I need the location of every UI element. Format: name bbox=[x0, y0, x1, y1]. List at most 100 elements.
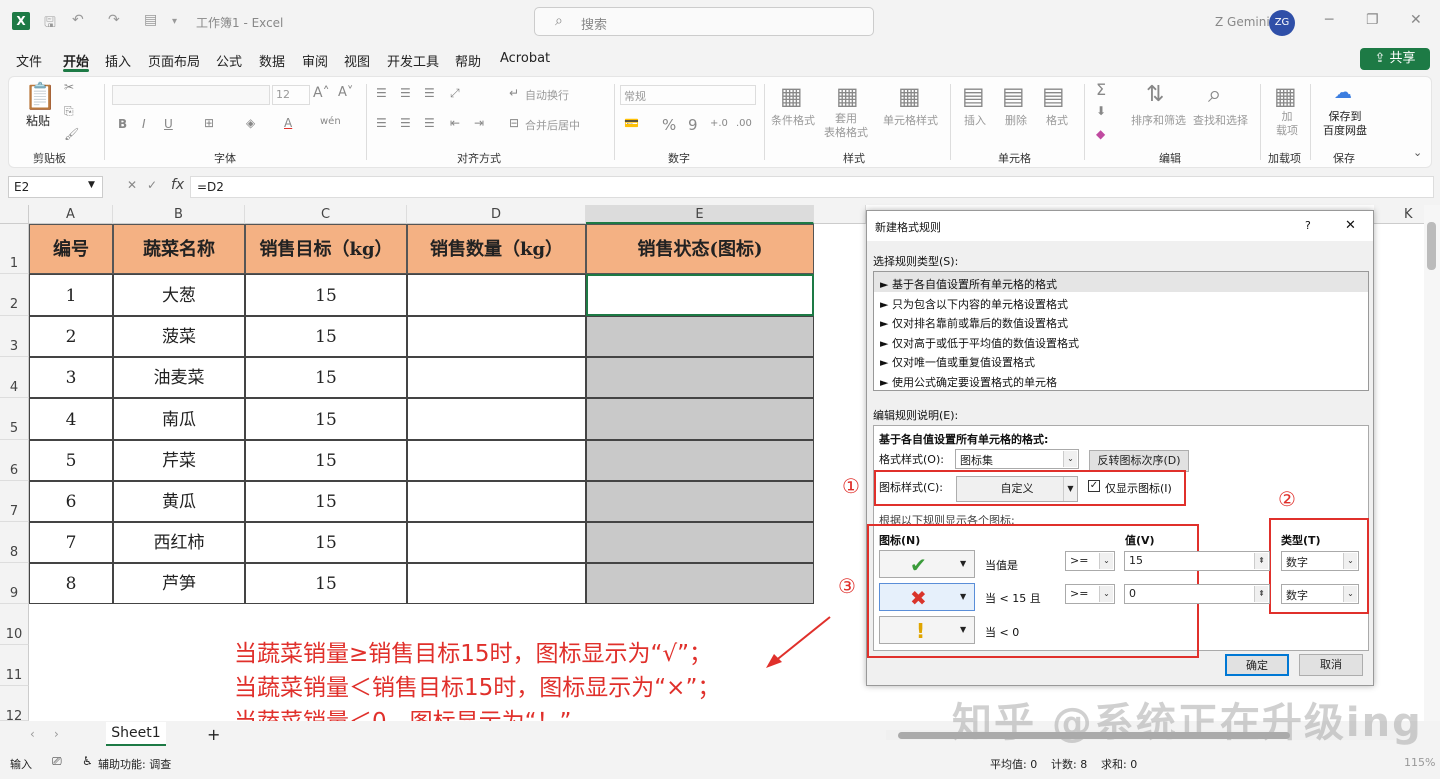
show-icon-only-checkbox[interactable]: ✓ bbox=[1088, 480, 1100, 492]
currency-icon[interactable]: 💳 bbox=[624, 116, 639, 130]
tab-insert[interactable]: 插入 bbox=[105, 51, 131, 70]
row-header-6[interactable]: 6 bbox=[0, 440, 29, 481]
type-select-2[interactable]: 数字 ⌄ bbox=[1281, 584, 1359, 604]
icon-select-2[interactable]: ✖ ▼ bbox=[879, 583, 975, 611]
cell-veg-name[interactable]: 大葱 bbox=[113, 274, 245, 316]
form-icon[interactable]: ▤ bbox=[144, 12, 157, 28]
align-bottom-icon[interactable]: ☰ bbox=[424, 86, 435, 100]
cell-sales-qty[interactable] bbox=[407, 316, 586, 357]
insert-cells-button[interactable]: 插入 bbox=[964, 112, 986, 128]
format-style-select[interactable]: 图标集 ⌄ bbox=[955, 449, 1079, 469]
font-size-select[interactable]: 12 bbox=[272, 85, 310, 105]
row-header-12[interactable]: 12 bbox=[0, 686, 29, 721]
cell-sales-status[interactable] bbox=[586, 440, 814, 481]
align-left-icon[interactable]: ☰ bbox=[376, 116, 387, 130]
format-painter-icon[interactable]: 🖌 bbox=[64, 127, 79, 141]
rule-type-item[interactable]: ► 仅对排名靠前或靠后的数值设置格式 bbox=[880, 315, 1068, 331]
align-center-icon[interactable]: ☰ bbox=[400, 116, 411, 130]
accessibility-status[interactable]: 辅助功能: 调查 bbox=[98, 756, 171, 772]
fill-icon[interactable]: ⬇ bbox=[1096, 104, 1106, 118]
cell-veg-name[interactable]: 芹菜 bbox=[113, 440, 245, 481]
row-header-1[interactable]: 1 bbox=[0, 224, 29, 274]
row-header-11[interactable]: 11 bbox=[0, 645, 29, 686]
cell-sales-status[interactable] bbox=[586, 274, 814, 316]
range-picker-icon[interactable]: ⇞ bbox=[1254, 586, 1268, 602]
align-middle-icon[interactable]: ☰ bbox=[400, 86, 411, 100]
tab-review[interactable]: 审阅 bbox=[302, 51, 328, 70]
column-header-f[interactable] bbox=[814, 205, 866, 224]
format-cells-icon[interactable]: ▤ bbox=[1042, 82, 1065, 110]
cell-sales-status[interactable] bbox=[586, 522, 814, 563]
cell-sales-qty[interactable] bbox=[407, 357, 586, 398]
bold-icon[interactable]: B bbox=[118, 117, 127, 131]
help-icon[interactable]: ? bbox=[1305, 219, 1311, 232]
cell-sales-qty[interactable] bbox=[407, 522, 586, 563]
conditional-format-button[interactable]: 条件格式 bbox=[771, 112, 815, 128]
undo-icon[interactable]: ↶ bbox=[72, 12, 84, 28]
collapse-ribbon-icon[interactable]: ⌄ bbox=[1413, 146, 1422, 159]
header-cell-sales-qty[interactable]: 销售数量（kg） bbox=[407, 224, 586, 274]
paste-icon[interactable]: 📋 bbox=[24, 82, 56, 112]
close-window-icon[interactable]: ✕ bbox=[1410, 12, 1422, 28]
cell-veg-name[interactable]: 芦笋 bbox=[113, 563, 245, 604]
cell-sales-target[interactable]: 15 bbox=[245, 481, 407, 522]
dialog-close-icon[interactable]: ✕ bbox=[1345, 218, 1356, 233]
range-picker-icon[interactable]: ⇞ bbox=[1254, 553, 1268, 569]
cell-id[interactable]: 3 bbox=[29, 357, 113, 398]
tab-help[interactable]: 帮助 bbox=[455, 51, 481, 70]
cell-sales-status[interactable] bbox=[586, 481, 814, 522]
conditional-format-icon[interactable]: ▦ bbox=[780, 82, 803, 110]
delete-cells-button[interactable]: 删除 bbox=[1005, 112, 1027, 128]
search-box[interactable]: ⌕ 搜索 bbox=[534, 7, 874, 36]
copy-icon[interactable]: ⎘ bbox=[64, 104, 74, 119]
merge-center-button[interactable]: 合并后居中 bbox=[525, 117, 580, 133]
cell-id[interactable]: 8 bbox=[29, 563, 113, 604]
orientation-icon[interactable]: ⤢ bbox=[450, 86, 460, 101]
chevron-down-icon[interactable]: ▼ bbox=[1063, 477, 1077, 501]
column-header-e[interactable]: E bbox=[586, 205, 814, 224]
header-cell-sales-status[interactable]: 销售状态(图标) bbox=[586, 224, 814, 274]
restore-icon[interactable]: ❐ bbox=[1366, 12, 1379, 28]
align-top-icon[interactable]: ☰ bbox=[376, 86, 387, 100]
name-box-dropdown-icon[interactable]: ▼ bbox=[88, 180, 95, 190]
increase-font-icon[interactable]: A˄ bbox=[313, 85, 330, 101]
cell-id[interactable]: 5 bbox=[29, 440, 113, 481]
row-header-8[interactable]: 8 bbox=[0, 522, 29, 563]
cell-sales-qty[interactable] bbox=[407, 481, 586, 522]
wrap-text-button[interactable]: 自动换行 bbox=[525, 87, 569, 103]
minimize-icon[interactable]: ─ bbox=[1325, 12, 1333, 28]
cell-id[interactable]: 2 bbox=[29, 316, 113, 357]
header-cell-id[interactable]: 编号 bbox=[29, 224, 113, 274]
prev-sheet-icon[interactable]: ‹ bbox=[30, 727, 35, 741]
cell-sales-target[interactable]: 15 bbox=[245, 440, 407, 481]
rule-type-item[interactable]: ► 仅对高于或低于平均值的数值设置格式 bbox=[880, 335, 1079, 351]
column-header-c[interactable]: C bbox=[245, 205, 407, 224]
decrease-indent-icon[interactable]: ⇤ bbox=[450, 116, 460, 130]
cell-id[interactable]: 6 bbox=[29, 481, 113, 522]
tab-view[interactable]: 视图 bbox=[344, 51, 370, 70]
cancel-button[interactable]: 取消 bbox=[1299, 654, 1363, 676]
operator-select-2[interactable]: >= ⌄ bbox=[1065, 584, 1115, 604]
find-select-button[interactable]: 查找和选择 bbox=[1193, 112, 1248, 128]
cell-sales-qty[interactable] bbox=[407, 398, 586, 440]
tab-acrobat[interactable]: Acrobat bbox=[500, 51, 550, 66]
row-header-10[interactable]: 10 bbox=[0, 604, 29, 645]
column-header-b[interactable]: B bbox=[113, 205, 245, 224]
cell-veg-name[interactable]: 黄瓜 bbox=[113, 481, 245, 522]
row-header-3[interactable]: 3 bbox=[0, 316, 29, 357]
value-input-2[interactable]: 0 ⇞ bbox=[1124, 584, 1270, 604]
tab-developer[interactable]: 开发工具 bbox=[387, 51, 439, 70]
increase-decimal-icon[interactable]: +.0 bbox=[710, 118, 728, 129]
decrease-font-icon[interactable]: A˅ bbox=[338, 85, 353, 100]
redo-icon[interactable]: ↷ bbox=[108, 12, 120, 28]
wrap-text-icon[interactable]: ↵ bbox=[509, 86, 519, 100]
cell-veg-name[interactable]: 菠菜 bbox=[113, 316, 245, 357]
zoom-level[interactable]: 115% bbox=[1404, 756, 1435, 769]
next-sheet-icon[interactable]: › bbox=[54, 727, 59, 741]
increase-indent-icon[interactable]: ⇥ bbox=[474, 116, 484, 130]
tab-home[interactable]: 开始 bbox=[63, 51, 89, 70]
tab-page-layout[interactable]: 页面布局 bbox=[148, 51, 200, 70]
cell-sales-target[interactable]: 15 bbox=[245, 398, 407, 440]
fill-color-icon[interactable]: ◈ bbox=[246, 116, 255, 130]
icon-style-select[interactable]: 自定义 bbox=[956, 476, 1078, 502]
